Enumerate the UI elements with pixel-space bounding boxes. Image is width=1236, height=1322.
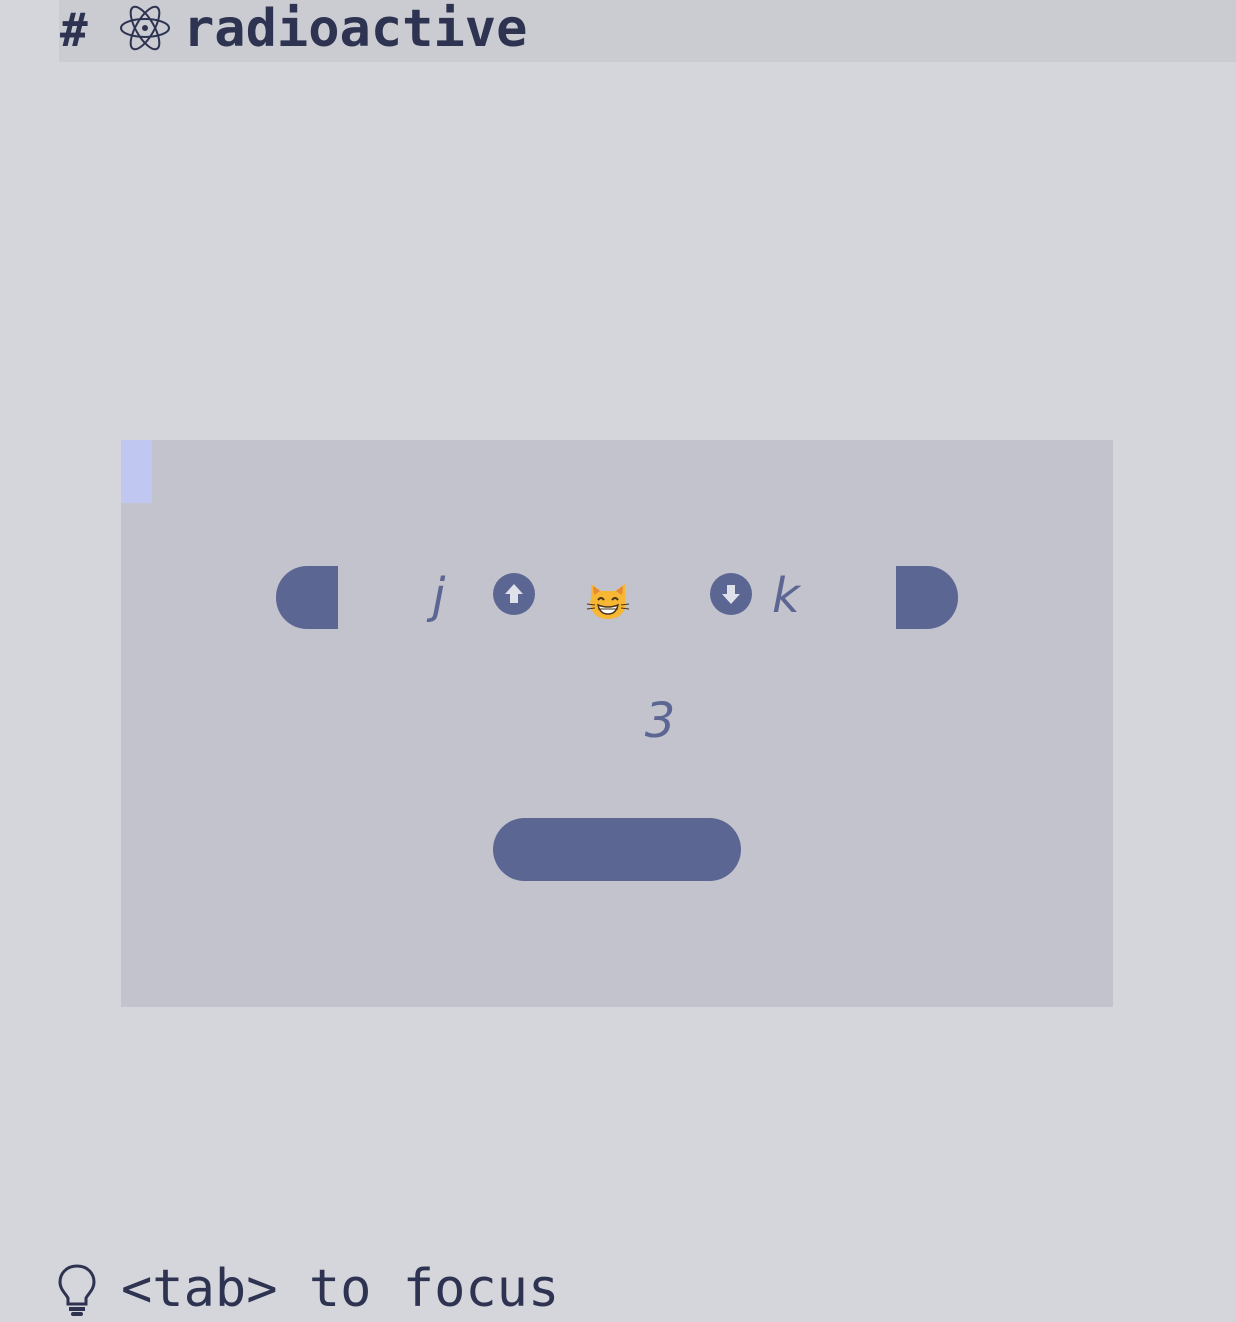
key-hint-k: k [772, 568, 800, 624]
focus-hint-text: <tab> to focus [121, 1259, 560, 1319]
grinning-cat-emoji-icon [585, 578, 631, 624]
atom-icon [119, 4, 171, 52]
right-half-pill-button[interactable] [896, 566, 958, 629]
left-half-pill-button[interactable] [276, 566, 338, 629]
focus-marker [121, 440, 152, 503]
heading-hash: # [60, 3, 88, 57]
counter-value: 3 [644, 693, 676, 749]
lightbulb-icon [56, 1262, 98, 1318]
arrow-down-circle-icon [722, 585, 740, 604]
arrow-down-button[interactable] [710, 573, 752, 615]
arrow-up-button[interactable] [493, 573, 535, 615]
arrow-up-circle-icon [505, 584, 523, 603]
page-title: radioactive [183, 0, 528, 59]
pill-button[interactable] [493, 818, 741, 881]
key-hint-j: j [432, 568, 446, 624]
